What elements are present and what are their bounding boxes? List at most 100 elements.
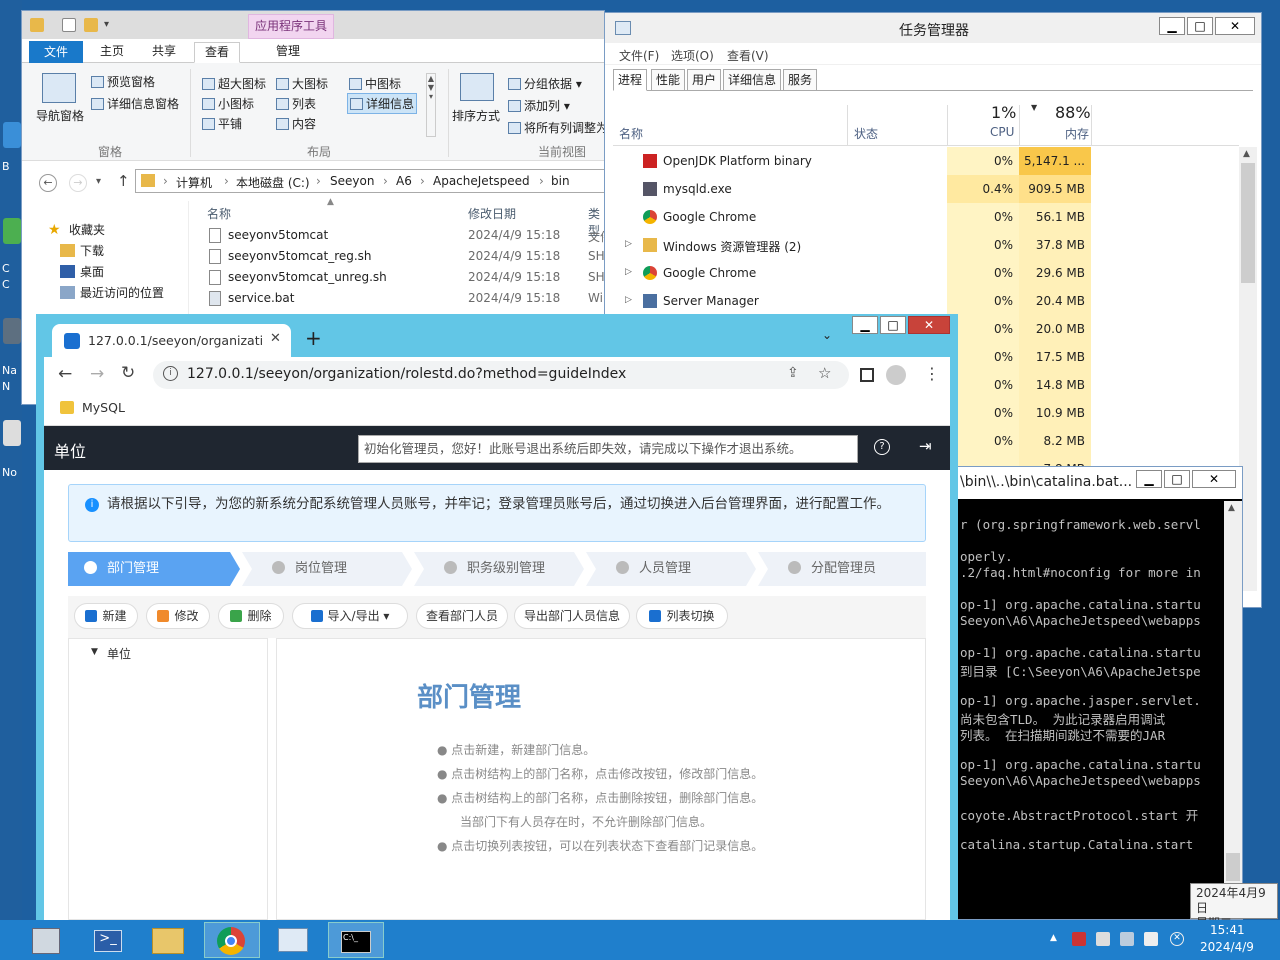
task-manager-taskbar-button[interactable] [266, 922, 322, 958]
edit-button[interactable]: 修改 [146, 603, 210, 629]
tab-manage[interactable]: 管理 [262, 42, 314, 63]
expand-icon[interactable]: ▷ [625, 239, 632, 249]
breadcrumb-item[interactable]: 计算机 [176, 174, 212, 191]
scroll-thumb[interactable] [1241, 163, 1255, 283]
size-columns-button[interactable]: 将所有列调整为 [508, 119, 604, 136]
menu-file[interactable]: 文件(F) [619, 47, 659, 64]
minimize-button[interactable]: ▁ [1136, 470, 1162, 488]
explorer-taskbar-button[interactable] [140, 922, 196, 958]
column-header-name[interactable]: 名称 [619, 125, 643, 142]
tiles-option[interactable]: 平铺 [202, 115, 242, 132]
nav-downloads[interactable]: 下载 [80, 242, 104, 259]
tab-performance[interactable]: 性能 [651, 69, 686, 91]
back-button[interactable]: ← [39, 174, 57, 192]
list-option[interactable]: 列表 [276, 95, 316, 112]
import-export-button[interactable]: 导入/导出 ▾ [292, 603, 408, 629]
up-button[interactable]: ↑ [117, 172, 130, 190]
export-members-button[interactable]: 导出部门人员信息 [514, 603, 630, 629]
step-job-level[interactable]: 职务级别管理 [414, 552, 584, 586]
reload-icon[interactable]: ↻ [121, 363, 135, 383]
desktop-icon[interactable] [3, 318, 21, 344]
menu-kebab-icon[interactable]: ⋮ [924, 364, 940, 383]
desktop-icon[interactable] [3, 218, 21, 244]
maximize-button[interactable]: □ [880, 316, 906, 334]
breadcrumb-item[interactable]: 本地磁盘 (C:) [236, 174, 310, 191]
process-row[interactable]: ▷ Windows 资源管理器 (2) 0% 37.8 MB [613, 231, 1239, 259]
console-scrollbar[interactable]: ▲ [1224, 501, 1242, 919]
bookmark-mysql[interactable]: MySQL [82, 400, 125, 415]
show-hidden-icons[interactable]: ▲ [1050, 933, 1057, 943]
logout-icon[interactable]: ⇥ [919, 437, 932, 455]
device-icon[interactable] [1096, 932, 1110, 946]
tab-processes[interactable]: 进程 [613, 69, 648, 91]
tab-home[interactable]: 主页 [92, 42, 132, 63]
step-assign-admin[interactable]: 分配管理员 [758, 552, 926, 586]
new-folder-icon[interactable] [84, 18, 98, 32]
expand-icon[interactable]: ▷ [625, 267, 632, 277]
site-info-icon[interactable]: i [163, 366, 178, 381]
close-button[interactable]: ✕ [1215, 17, 1255, 35]
view-members-button[interactable]: 查看部门人员 [416, 603, 508, 629]
close-tab-icon[interactable]: ✕ [270, 331, 281, 346]
nav-favorites[interactable]: 收藏夹 [69, 221, 105, 238]
details-option[interactable]: 详细信息 [347, 93, 418, 114]
step-dept[interactable]: 部门管理 [68, 552, 240, 586]
clock-date[interactable]: 2024/4/9 [1200, 940, 1254, 954]
minimize-button[interactable]: ▁ [852, 316, 878, 334]
delete-button[interactable]: 删除 [218, 603, 284, 629]
scroll-up-icon[interactable]: ▲ [1228, 503, 1235, 513]
add-columns-button[interactable]: 添加列 ▾ [508, 97, 570, 114]
scroll-up-icon[interactable]: ▲ [1243, 149, 1250, 159]
scroll-thumb[interactable] [1226, 853, 1240, 881]
breadcrumb-item[interactable]: A6 [396, 174, 412, 188]
breadcrumb-item[interactable]: Seeyon [330, 174, 374, 188]
minimize-button[interactable]: ▁ [1159, 17, 1185, 35]
breadcrumb-item[interactable]: ApacheJetspeed [433, 174, 530, 188]
desktop-icon[interactable] [3, 122, 21, 148]
side-panel-icon[interactable] [860, 368, 874, 382]
small-icons-option[interactable]: 小图标 [202, 95, 254, 112]
file-name[interactable]: seeyonv5tomcat [228, 228, 328, 242]
tab-share[interactable]: 共享 [144, 42, 184, 63]
nav-recent[interactable]: 最近访问的位置 [80, 284, 164, 301]
column-header-name[interactable]: 名称 [207, 205, 231, 222]
sort-by-button[interactable]: 排序方式 [452, 107, 500, 124]
process-row[interactable]: OpenJDK Platform binary 0% 5,147.1 ... [613, 147, 1239, 175]
content-option[interactable]: 内容 [276, 115, 316, 132]
console-taskbar-button[interactable]: C:\_ [328, 922, 384, 958]
layout-scroll[interactable]: ▲ ▼ ▾ [426, 73, 436, 137]
network-alert-icon[interactable] [1072, 932, 1086, 946]
switch-list-button[interactable]: 列表切换 [636, 603, 728, 629]
properties-icon[interactable] [62, 18, 76, 32]
process-row[interactable]: ▷ Google Chrome 0% 29.6 MB [613, 259, 1239, 287]
nav-pane-button[interactable]: 导航窗格 [36, 107, 84, 124]
server-manager-taskbar-button[interactable] [18, 922, 74, 958]
step-position[interactable]: 岗位管理 [242, 552, 412, 586]
menu-options[interactable]: 选项(O) [671, 47, 714, 64]
help-icon[interactable]: ? [874, 439, 890, 455]
expand-icon[interactable]: ▷ [625, 295, 632, 305]
process-row[interactable]: Google Chrome 0% 56.1 MB [613, 203, 1239, 231]
extra-large-icons-option[interactable]: 超大图标 [202, 75, 266, 92]
tab-file[interactable]: 文件 [29, 41, 83, 63]
profile-avatar-icon[interactable] [886, 365, 906, 385]
tab-details[interactable]: 详细信息 [723, 69, 782, 91]
tab-search-icon[interactable]: ⌄ [822, 328, 832, 342]
share-icon[interactable]: ⇪ [787, 365, 799, 381]
back-icon[interactable]: ← [58, 364, 72, 384]
tree-root-node[interactable]: 单位 [107, 645, 131, 662]
forward-icon[interactable]: → [90, 364, 104, 384]
medium-icons-option[interactable]: 中图标 [349, 75, 401, 92]
address-box[interactable]: › 计算机 › 本地磁盘 (C:) › Seeyon › A6 › Apache… [135, 169, 604, 193]
tab-view[interactable]: 查看 [194, 42, 240, 63]
preview-pane-button[interactable]: 预览窗格 [91, 73, 155, 90]
browser-tab[interactable]: 127.0.0.1/seeyon/organization ✕ [52, 324, 291, 357]
network-icon[interactable] [1120, 932, 1134, 946]
breadcrumb-item[interactable]: bin [551, 174, 570, 188]
quick-access-dropdown-icon[interactable]: ▾ [104, 19, 118, 33]
powershell-taskbar-button[interactable]: >_ [80, 922, 136, 958]
url-text[interactable]: 127.0.0.1/seeyon/organization/rolestd.do… [187, 366, 626, 382]
nav-desktop[interactable]: 桌面 [80, 263, 104, 280]
file-name[interactable]: seeyonv5tomcat_reg.sh [228, 249, 372, 263]
expand-icon[interactable]: ▼ [91, 647, 98, 657]
